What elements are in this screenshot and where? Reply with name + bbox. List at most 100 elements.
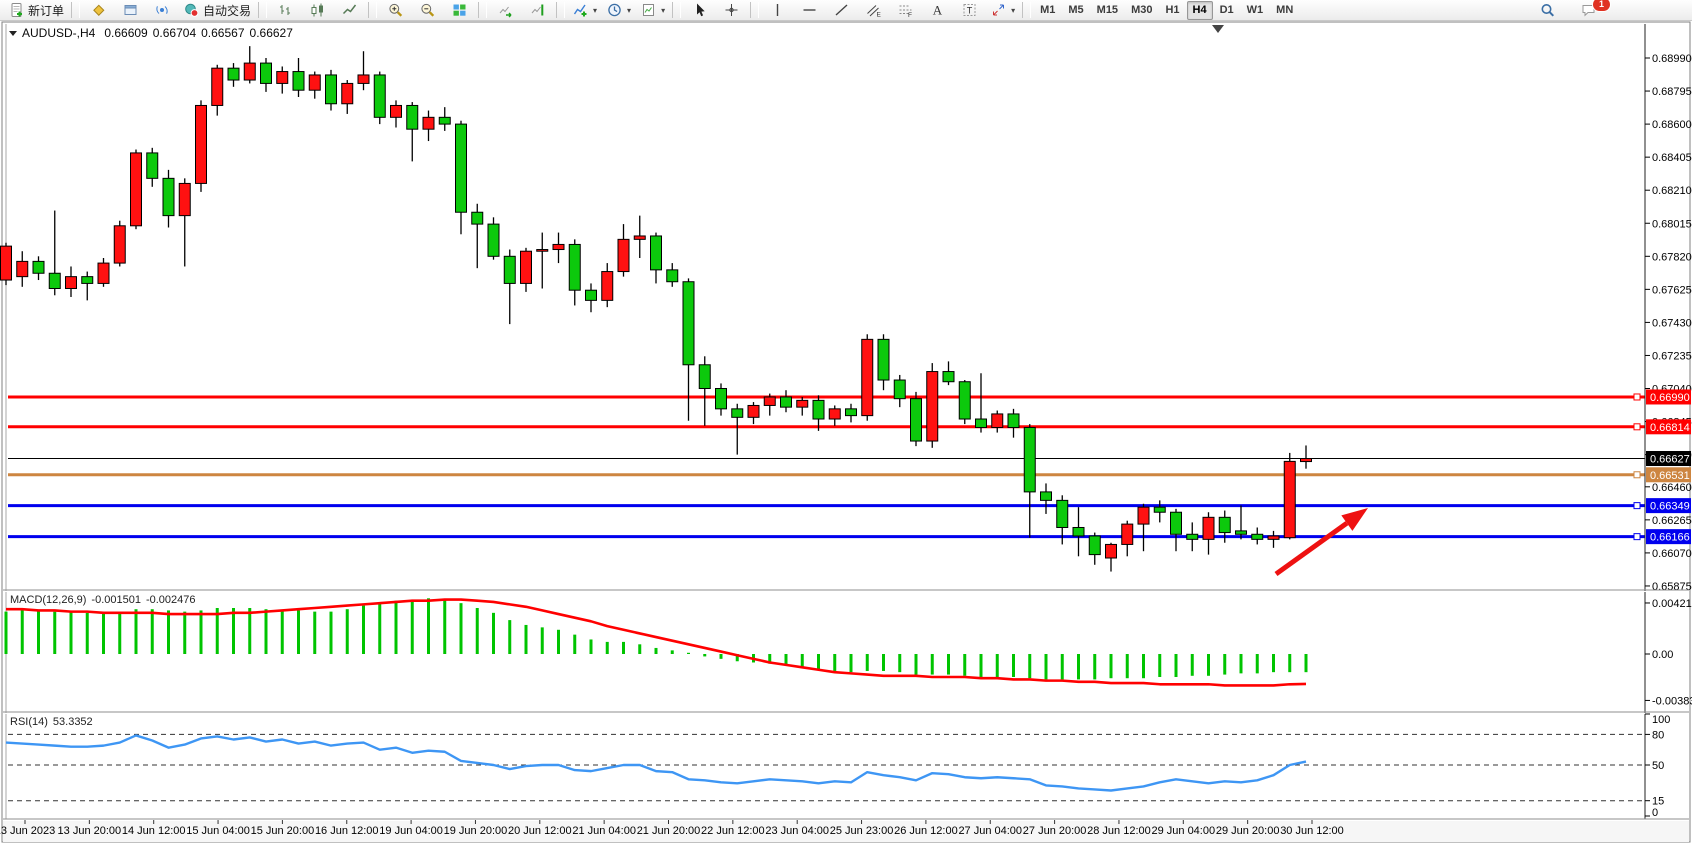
macd-histogram-bar — [655, 648, 658, 654]
fibonacci-button[interactable]: F — [890, 0, 921, 21]
candle-bear — [261, 63, 272, 83]
market-watch-button[interactable] — [83, 0, 114, 21]
price-axis-tick-label: 0.68600 — [1652, 119, 1692, 131]
toolbar-separator — [1022, 2, 1031, 18]
chart-bars-button[interactable] — [270, 0, 301, 21]
candle-bear — [732, 409, 743, 417]
cursor-button[interactable] — [684, 0, 715, 21]
line-anchor-handle[interactable] — [1634, 394, 1640, 400]
horizontal-line-button[interactable] — [794, 0, 825, 21]
zoom-in-button[interactable] — [380, 0, 411, 21]
timeframe-button-M5[interactable]: M5 — [1062, 1, 1089, 20]
macd-histogram-bar — [1045, 654, 1048, 679]
equidistant-channel-button[interactable]: E — [858, 0, 889, 21]
macd-histogram-bar — [476, 608, 479, 654]
timeframe-button-MN[interactable]: MN — [1270, 1, 1299, 20]
line-anchor-handle[interactable] — [1634, 424, 1640, 430]
timeframe-button-W1[interactable]: W1 — [1241, 1, 1270, 20]
autoscroll-icon — [497, 2, 514, 18]
candle-bull — [602, 272, 613, 301]
crosshair-button[interactable] — [716, 0, 747, 21]
chevron-down-icon[interactable]: ▾ — [661, 6, 665, 15]
autotrade-icon — [183, 2, 200, 18]
chart-title-bar: AUDUSD-,H4 0.66609 0.66704 0.66567 0.666… — [9, 26, 293, 40]
line-anchor-handle[interactable] — [1634, 503, 1640, 509]
macd-histogram-bar — [102, 613, 105, 654]
auto-trading-button[interactable]: 自动交易 — [179, 0, 255, 21]
candle-bear — [894, 380, 905, 399]
macd-histogram-bar — [1223, 654, 1226, 675]
chevron-down-icon[interactable]: ▾ — [627, 6, 631, 15]
data-window-button[interactable] — [115, 0, 146, 21]
chart-dropdown-icon[interactable] — [9, 31, 17, 36]
trendline-button[interactable] — [826, 0, 857, 21]
macd-histogram-bar — [915, 654, 918, 675]
symbol-period-label: AUDUSD-,H4 — [22, 26, 95, 40]
zoom-out-button[interactable] — [412, 0, 443, 21]
timeframe-button-H1[interactable]: H1 — [1159, 1, 1185, 20]
vertical-line-button[interactable] — [762, 0, 793, 21]
candle-bear — [846, 409, 857, 416]
signal-icon — [154, 2, 171, 18]
macd-histogram-bar — [1175, 654, 1178, 677]
line-anchor-handle[interactable] — [1634, 472, 1640, 478]
timeframe-button-M1[interactable]: M1 — [1034, 1, 1061, 20]
macd-histogram-bar — [1191, 654, 1194, 676]
timeframe-button-H4[interactable]: H4 — [1187, 1, 1213, 20]
candle-bull — [521, 251, 532, 283]
macd-histogram-bar — [785, 654, 788, 665]
macd-histogram-bar — [1288, 654, 1291, 672]
time-axis-label: 30 Jun 12:00 — [1280, 825, 1344, 837]
macd-histogram-bar — [135, 609, 138, 654]
chart-shift-button[interactable] — [522, 0, 553, 21]
timeframe-button-M30[interactable]: M30 — [1125, 1, 1158, 20]
macd-histogram-bar — [1142, 654, 1145, 678]
macd-histogram-bar — [1256, 654, 1259, 673]
indicators-button[interactable]: ▾ — [568, 0, 601, 21]
macd-histogram-bar — [1126, 654, 1129, 678]
candle-bear — [699, 365, 710, 389]
macd-histogram-bar — [460, 603, 463, 654]
time-axis-label: 13 Jun 2023 — [0, 825, 55, 837]
candle-bull — [98, 263, 109, 283]
candle-bear — [1008, 414, 1019, 428]
timeframe-button-M15[interactable]: M15 — [1091, 1, 1124, 20]
price-label-0.66627: 0.66627 — [1650, 454, 1690, 466]
macd-histogram-bar — [200, 610, 203, 654]
candle-bull — [114, 226, 125, 263]
candle-bull — [1138, 507, 1149, 524]
candle-bull — [244, 63, 255, 80]
time-axis-label: 22 Jun 12:00 — [701, 825, 765, 837]
price-label-0.66814: 0.66814 — [1650, 422, 1690, 434]
new-order-button[interactable]: 新订单 — [4, 0, 68, 21]
chart-candles-button[interactable] — [302, 0, 333, 21]
candle-bull — [748, 405, 759, 417]
periods-button[interactable]: ▾ — [602, 0, 635, 21]
chart-line-button[interactable] — [334, 0, 365, 21]
chevron-down-icon[interactable]: ▾ — [593, 6, 597, 15]
macd-histogram-bar — [248, 608, 251, 654]
tile-windows-button[interactable] — [444, 0, 475, 21]
auto-scroll-button[interactable] — [490, 0, 521, 21]
macd-histogram-bar — [541, 627, 544, 654]
macd-histogram-bar — [557, 630, 560, 654]
signals-button[interactable] — [147, 0, 178, 21]
arrows-button[interactable]: ▾ — [986, 0, 1019, 21]
templates-button[interactable]: ▾ — [636, 0, 669, 21]
tline-icon — [833, 2, 850, 18]
macd-histogram-bar — [1028, 654, 1031, 678]
candle-bear — [1024, 427, 1035, 491]
time-axis-label: 21 Jun 20:00 — [637, 825, 701, 837]
text-label-button[interactable]: T — [954, 0, 985, 21]
macd-histogram-bar — [671, 650, 674, 654]
macd-histogram-bar — [313, 612, 316, 654]
search-button[interactable] — [1532, 0, 1563, 21]
timeframe-button-D1[interactable]: D1 — [1214, 1, 1240, 20]
price-axis-tick-label: 0.68990 — [1652, 53, 1692, 65]
text-button[interactable]: A — [922, 0, 953, 21]
notifications-button[interactable]: 1 — [1573, 0, 1604, 21]
high-value: 0.66704 — [153, 26, 196, 40]
time-axis-label: 21 Jun 04:00 — [572, 825, 636, 837]
chevron-down-icon[interactable]: ▾ — [1011, 6, 1015, 15]
line-anchor-handle[interactable] — [1634, 534, 1640, 540]
